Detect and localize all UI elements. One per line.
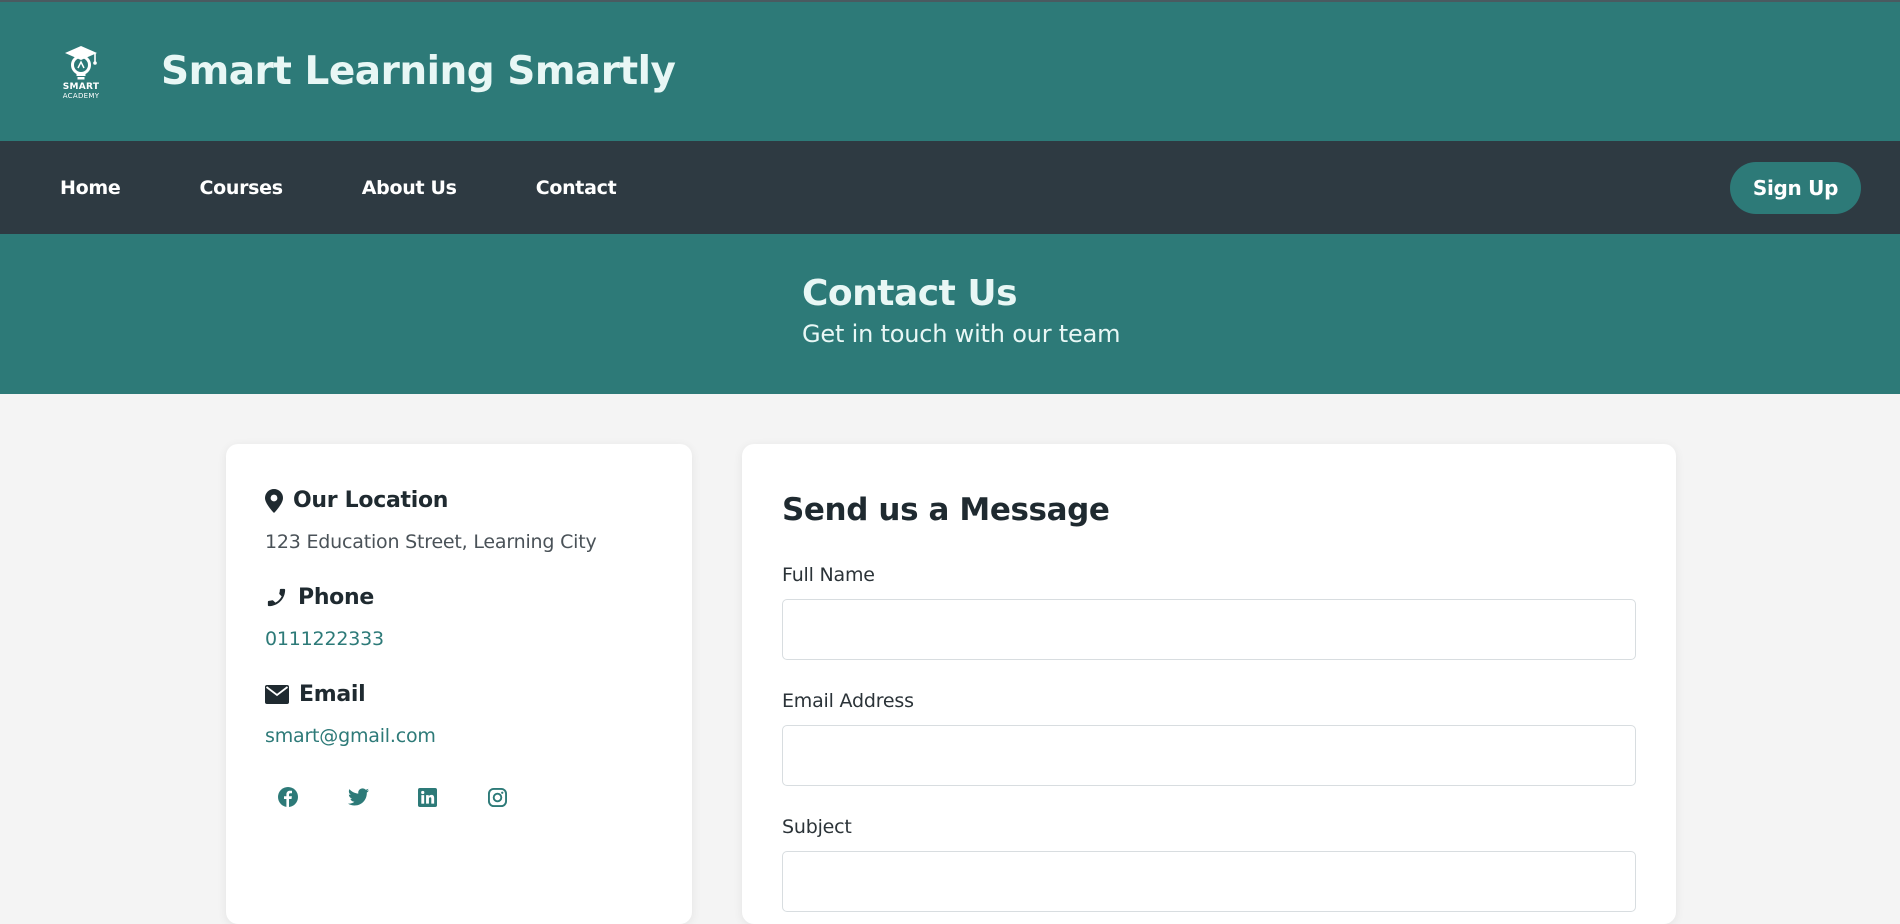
nav-link-contact[interactable]: Contact bbox=[536, 177, 617, 199]
email-address-field: Email Address bbox=[782, 690, 1636, 786]
nav-links: Home Courses About Us Contact bbox=[60, 177, 695, 199]
instagram-link[interactable] bbox=[488, 779, 558, 815]
phone-heading: Phone bbox=[265, 585, 692, 610]
social-links bbox=[278, 779, 692, 815]
location-title: Our Location bbox=[293, 488, 449, 513]
logo[interactable]: SMART ACADEMY bbox=[52, 44, 110, 100]
envelope-icon bbox=[265, 685, 289, 704]
email-heading: Email bbox=[265, 682, 692, 707]
facebook-link[interactable] bbox=[278, 779, 348, 815]
page-subtitle: Get in touch with our team bbox=[802, 320, 1121, 348]
subject-input[interactable] bbox=[782, 851, 1636, 912]
location-heading: Our Location bbox=[265, 488, 692, 513]
email-block: Email smart@gmail.com bbox=[265, 682, 692, 747]
nav-link-home[interactable]: Home bbox=[60, 177, 121, 199]
lightbulb-graduation-icon bbox=[65, 45, 97, 79]
phone-link[interactable]: 0111222333 bbox=[265, 628, 692, 650]
sign-up-button[interactable]: Sign Up bbox=[1730, 161, 1861, 214]
linkedin-icon bbox=[418, 787, 437, 807]
full-name-field: Full Name bbox=[782, 564, 1636, 660]
full-name-input[interactable] bbox=[782, 599, 1636, 660]
main-navbar: Home Courses About Us Contact Sign Up bbox=[0, 141, 1900, 234]
full-name-label: Full Name bbox=[782, 564, 875, 586]
twitter-icon bbox=[348, 788, 369, 806]
site-title: Smart Learning Smartly bbox=[161, 49, 676, 94]
phone-icon bbox=[267, 588, 286, 607]
instagram-icon bbox=[488, 787, 507, 807]
subject-label: Subject bbox=[782, 816, 852, 838]
form-title: Send us a Message bbox=[782, 492, 1110, 528]
page-title: Contact Us bbox=[802, 273, 1018, 314]
site-header: SMART ACADEMY Smart Learning Smartly bbox=[0, 0, 1900, 141]
logo-text-academy: ACADEMY bbox=[62, 91, 100, 100]
twitter-link[interactable] bbox=[348, 779, 418, 815]
nav-link-about-us[interactable]: About Us bbox=[362, 177, 457, 199]
location-value: 123 Education Street, Learning City bbox=[265, 531, 597, 553]
hero-banner: Contact Us Get in touch with our team bbox=[0, 234, 1900, 394]
nav-link-courses[interactable]: Courses bbox=[199, 177, 283, 199]
subject-field: Subject bbox=[782, 816, 1636, 912]
map-pin-icon bbox=[265, 488, 283, 513]
facebook-icon bbox=[278, 787, 298, 807]
logo-text-smart: SMART bbox=[62, 81, 100, 92]
email-address-input[interactable] bbox=[782, 725, 1636, 786]
contact-info-card: Our Location 123 Education Street, Learn… bbox=[226, 444, 692, 924]
linkedin-link[interactable] bbox=[418, 779, 488, 815]
main-content: Our Location 123 Education Street, Learn… bbox=[0, 394, 1900, 924]
email-title: Email bbox=[299, 682, 366, 707]
email-address-label: Email Address bbox=[782, 690, 914, 712]
phone-title: Phone bbox=[298, 585, 374, 610]
contact-form-card: Send us a Message Full Name Email Addres… bbox=[742, 444, 1676, 924]
location-block: Our Location 123 Education Street, Learn… bbox=[265, 488, 692, 553]
phone-block: Phone 0111222333 bbox=[265, 585, 692, 650]
email-link[interactable]: smart@gmail.com bbox=[265, 725, 692, 747]
